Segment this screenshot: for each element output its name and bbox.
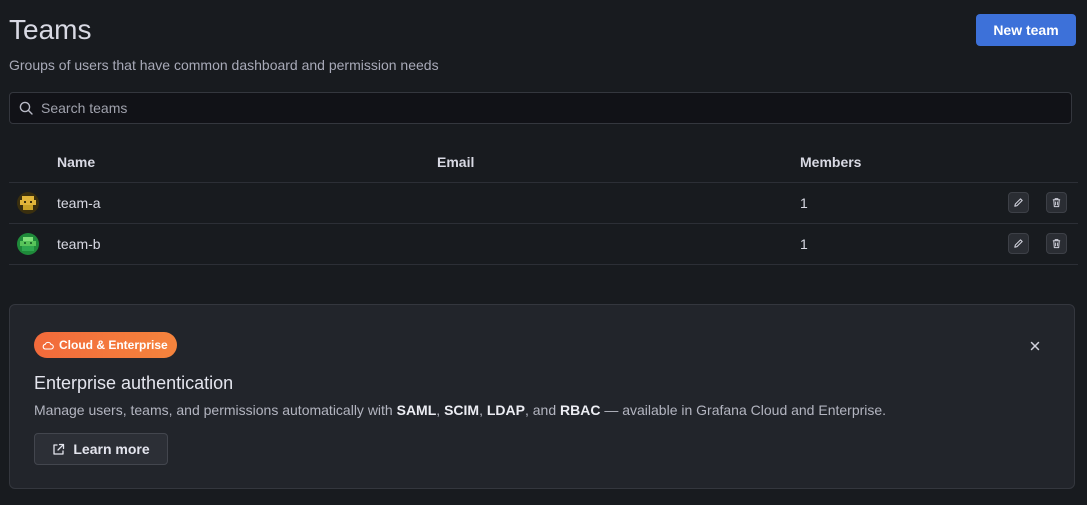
search-input[interactable]: [39, 94, 1071, 122]
team-members: 1: [800, 236, 808, 252]
learn-more-label: Learn more: [73, 441, 150, 457]
team-avatar-icon: [17, 233, 39, 255]
cloud-enterprise-badge: Cloud & Enterprise: [34, 332, 177, 358]
delete-team-button[interactable]: [1046, 192, 1067, 213]
table-row[interactable]: team-b 1: [9, 224, 1078, 265]
trash-icon: [1051, 197, 1062, 208]
banner-sep: ,: [479, 402, 487, 418]
badge-label: Cloud & Enterprise: [59, 338, 168, 352]
edit-team-button[interactable]: [1008, 233, 1029, 254]
team-name[interactable]: team-b: [57, 236, 101, 252]
column-header-email[interactable]: Email: [437, 154, 474, 170]
keyword-ldap: LDAP: [486, 402, 525, 418]
keyword-rbac: RBAC: [560, 402, 601, 418]
keyword-saml: SAML: [396, 402, 437, 418]
banner-sep: , and: [524, 402, 560, 418]
edit-team-button[interactable]: [1008, 192, 1029, 213]
banner-text-start: Manage users, teams, and permissions aut…: [34, 402, 397, 418]
teams-table: Name Email Members team-a 1 team-b 1: [9, 142, 1078, 265]
enterprise-banner: Cloud & Enterprise Enterprise authentica…: [9, 304, 1075, 489]
trash-icon: [1051, 238, 1062, 249]
team-members: 1: [800, 195, 808, 211]
keyword-scim: SCIM: [444, 402, 480, 418]
search-icon: [19, 101, 33, 115]
team-avatar-icon: [17, 192, 39, 214]
cloud-icon: [42, 341, 54, 350]
new-team-button[interactable]: New team: [976, 14, 1076, 46]
table-header: Name Email Members: [9, 142, 1078, 183]
close-banner-button[interactable]: [1026, 337, 1044, 355]
column-header-name[interactable]: Name: [57, 154, 95, 170]
pencil-icon: [1013, 197, 1024, 208]
table-row[interactable]: team-a 1: [9, 183, 1078, 224]
banner-description: Manage users, teams, and permissions aut…: [34, 402, 886, 418]
external-link-icon: [52, 443, 65, 456]
team-name[interactable]: team-a: [57, 195, 101, 211]
delete-team-button[interactable]: [1046, 233, 1067, 254]
pencil-icon: [1013, 238, 1024, 249]
learn-more-button[interactable]: Learn more: [34, 433, 168, 465]
close-icon: [1030, 341, 1040, 351]
banner-sep: ,: [436, 402, 445, 418]
banner-title: Enterprise authentication: [34, 373, 234, 393]
teams-page: Teams Groups of users that have common d…: [0, 0, 1087, 505]
column-header-members[interactable]: Members: [800, 154, 861, 170]
search-box[interactable]: [9, 92, 1072, 124]
page-subtitle: Groups of users that have common dashboa…: [9, 57, 439, 73]
page-title: Teams: [9, 14, 92, 45]
banner-text-end: — available in Grafana Cloud and Enterpr…: [600, 402, 887, 418]
